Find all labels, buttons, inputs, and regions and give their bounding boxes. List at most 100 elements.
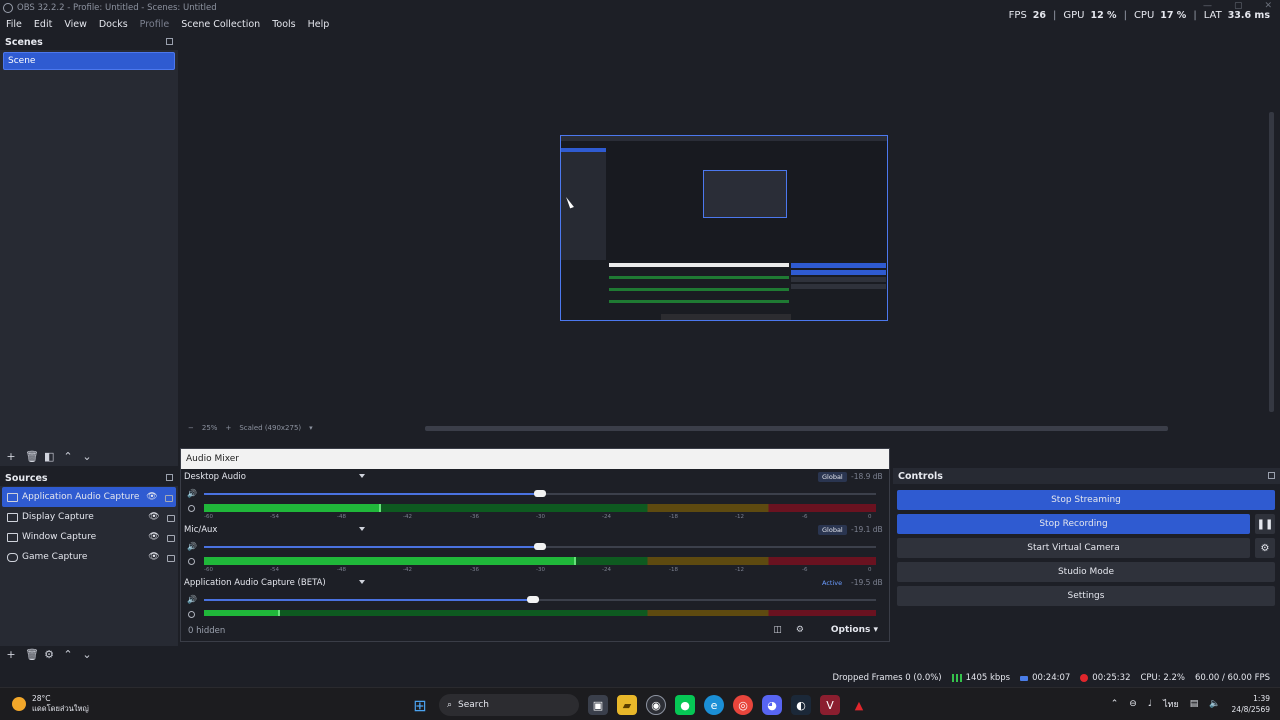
- steam-icon[interactable]: ◐: [791, 695, 811, 715]
- zoom-level[interactable]: 25%: [202, 424, 218, 432]
- sun-icon: [12, 697, 26, 711]
- add-icon[interactable]: +: [6, 648, 16, 661]
- channel-badge[interactable]: Active: [818, 578, 846, 588]
- microphone-icon[interactable]: ♩: [1148, 699, 1152, 709]
- edge-icon[interactable]: e: [704, 695, 724, 715]
- monitor-icon[interactable]: [188, 505, 195, 512]
- lock-icon[interactable]: [167, 534, 175, 542]
- lat-label: LAT: [1203, 10, 1222, 21]
- task-view-icon[interactable]: ▣: [588, 695, 608, 715]
- undock-icon[interactable]: [166, 38, 173, 45]
- menu-help[interactable]: Help: [302, 19, 336, 30]
- network-icon[interactable]: ⊖: [1129, 699, 1137, 709]
- gear-icon[interactable]: ⚙: [44, 648, 54, 661]
- line-app-icon[interactable]: ●: [675, 695, 695, 715]
- move-down-icon[interactable]: ⌄: [82, 648, 92, 661]
- fps-label: FPS: [1008, 10, 1027, 21]
- menu-scene-collection[interactable]: Scene Collection: [175, 19, 266, 30]
- hidden-count[interactable]: 0 hidden: [188, 626, 225, 636]
- nested-control-button: [791, 284, 886, 289]
- undock-icon[interactable]: [1268, 472, 1275, 479]
- stop-recording-button[interactable]: Stop Recording: [897, 514, 1250, 534]
- menu-file[interactable]: File: [0, 19, 28, 30]
- menu-edit[interactable]: Edit: [28, 19, 58, 30]
- gear-icon[interactable]: ⚙: [796, 625, 804, 635]
- preview-canvas[interactable]: [560, 135, 888, 321]
- chevron-down-icon[interactable]: [359, 580, 365, 584]
- lock-icon[interactable]: [167, 554, 175, 562]
- source-item[interactable]: Display Capture 👁: [0, 507, 178, 527]
- source-item[interactable]: Game Capture 👁: [0, 547, 178, 567]
- menu-docks[interactable]: Docks: [93, 19, 134, 30]
- volume-icon[interactable]: 🔊: [187, 489, 197, 498]
- volume-slider[interactable]: [204, 596, 876, 603]
- filter-icon[interactable]: ◧: [44, 450, 54, 463]
- channel-badge[interactable]: Global: [818, 525, 847, 535]
- move-up-icon[interactable]: ⌃: [63, 648, 73, 661]
- channel-badge[interactable]: Global: [818, 472, 847, 482]
- lock-icon[interactable]: [165, 494, 173, 502]
- horizontal-scrollbar[interactable]: [425, 426, 1168, 431]
- gear-icon[interactable]: ⚙: [1255, 538, 1275, 558]
- meter-tick-label: -12: [735, 514, 744, 520]
- volume-icon[interactable]: 🔊: [187, 542, 197, 551]
- add-icon[interactable]: +: [6, 450, 16, 463]
- speaker-icon[interactable]: 🔈: [1209, 699, 1220, 709]
- trash-icon[interactable]: 🗑: [25, 450, 39, 463]
- studio-mode-button[interactable]: Studio Mode: [897, 562, 1275, 582]
- lock-icon[interactable]: [167, 514, 175, 522]
- vertical-scrollbar[interactable]: [1269, 112, 1274, 412]
- chevron-down-icon[interactable]: [359, 527, 365, 531]
- layout-icon[interactable]: ◫: [773, 625, 782, 635]
- stop-streaming-button[interactable]: Stop Streaming: [897, 490, 1275, 510]
- app-v-icon[interactable]: V: [820, 695, 840, 715]
- search-box[interactable]: ⌕ Search: [439, 694, 579, 716]
- windows-start-icon[interactable]: ⊞: [410, 695, 430, 715]
- eye-icon[interactable]: 👁: [148, 552, 160, 562]
- clock[interactable]: 1:39 24/8/2569: [1232, 693, 1270, 715]
- wifi-icon[interactable]: ▤: [1190, 699, 1199, 709]
- language-indicator[interactable]: ไทย: [1163, 697, 1179, 711]
- app-a-icon[interactable]: ▲: [849, 695, 869, 715]
- menu-profile[interactable]: Profile: [134, 19, 176, 30]
- obs-logo-icon: [3, 3, 13, 13]
- eye-icon[interactable]: 👁: [146, 492, 158, 502]
- scenes-toolbar: + 🗑 ◧ ⌃ ⌄: [0, 448, 92, 464]
- folder-icon[interactable]: ▰: [617, 695, 637, 715]
- obs-app-icon[interactable]: ◉: [646, 695, 666, 715]
- discord-icon[interactable]: ◕: [762, 695, 782, 715]
- trash-icon[interactable]: 🗑: [25, 648, 39, 661]
- move-down-icon[interactable]: ⌄: [82, 450, 92, 463]
- menu-view[interactable]: View: [58, 19, 93, 30]
- scene-item[interactable]: Scene: [3, 52, 175, 70]
- eye-icon[interactable]: 👁: [148, 512, 160, 522]
- volume-knob[interactable]: [534, 490, 546, 497]
- zoom-in-icon[interactable]: +: [225, 424, 231, 432]
- volume-knob[interactable]: [534, 543, 546, 550]
- meter-tick-label: -24: [602, 514, 611, 520]
- move-up-icon[interactable]: ⌃: [63, 450, 73, 463]
- source-item[interactable]: Window Capture 👁: [0, 527, 178, 547]
- chevron-up-icon[interactable]: ⌃: [1111, 699, 1119, 709]
- eye-icon[interactable]: 👁: [148, 532, 160, 542]
- settings-button[interactable]: Settings: [897, 586, 1275, 606]
- volume-icon[interactable]: 🔊: [187, 595, 197, 604]
- nested-menubar: [561, 136, 887, 141]
- zoom-out-icon[interactable]: −: [188, 424, 194, 432]
- chevron-down-icon[interactable]: ▾: [309, 424, 313, 432]
- source-item[interactable]: Application Audio Capture (B 👁: [2, 487, 176, 507]
- scale-label[interactable]: Scaled (490x275): [239, 424, 301, 432]
- monitor-icon[interactable]: [188, 611, 195, 618]
- chrome-icon[interactable]: ◎: [733, 695, 753, 715]
- chevron-down-icon[interactable]: [359, 474, 365, 478]
- start-virtual-camera-button[interactable]: Start Virtual Camera: [897, 538, 1250, 558]
- options-button[interactable]: Options ▾: [831, 625, 878, 635]
- menu-tools[interactable]: Tools: [266, 19, 301, 30]
- volume-knob[interactable]: [527, 596, 539, 603]
- monitor-icon[interactable]: [188, 558, 195, 565]
- undock-icon[interactable]: [166, 474, 173, 481]
- volume-slider[interactable]: [204, 490, 876, 497]
- pause-icon[interactable]: ❚❚: [1255, 514, 1275, 534]
- volume-slider[interactable]: [204, 543, 876, 550]
- weather-widget[interactable]: 28°C แดดโดยส่วนใหญ่: [12, 694, 89, 714]
